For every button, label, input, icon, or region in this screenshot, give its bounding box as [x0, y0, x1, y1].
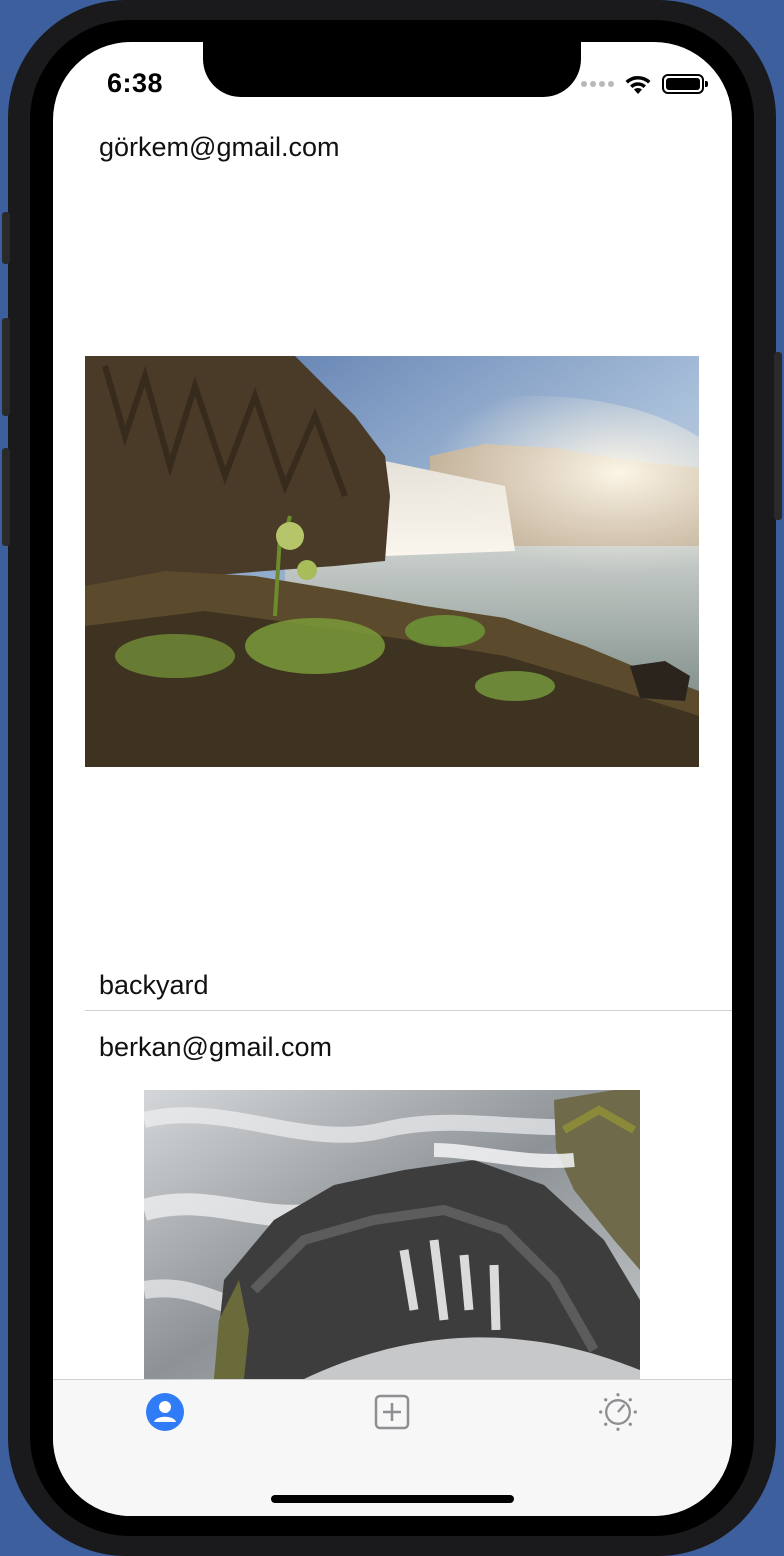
plus-square-icon [374, 1394, 410, 1430]
post-2-email: berkan@gmail.com [99, 1032, 332, 1062]
side-button-silent [2, 212, 10, 264]
status-time: 6:38 [107, 68, 164, 98]
post-1-email: görkem@gmail.com [99, 132, 340, 162]
tab-feed[interactable] [145, 1392, 185, 1432]
gauge-icon [599, 1393, 637, 1431]
notch [203, 42, 581, 97]
wifi-icon [625, 75, 651, 94]
home-indicator[interactable] [271, 1495, 514, 1503]
side-button-volume-down [2, 448, 10, 546]
signal-dots-icon [581, 81, 614, 87]
post-2-water-over-rocks-photo [144, 1090, 640, 1379]
battery-icon [662, 74, 708, 94]
tab-upload[interactable] [372, 1392, 412, 1432]
post-1-waterfall-landscape-photo [85, 356, 699, 767]
person-circle-icon [146, 1393, 184, 1431]
post-1-caption: backyard [99, 970, 209, 1000]
tab-settings[interactable] [598, 1392, 638, 1432]
status-icons [581, 72, 708, 96]
side-button-volume-up [2, 318, 10, 416]
app-screen: 6:38 görkem@gmail.com backyard berkan@gm… [53, 42, 732, 1516]
post-divider [85, 1010, 732, 1011]
side-button-power [774, 352, 782, 520]
